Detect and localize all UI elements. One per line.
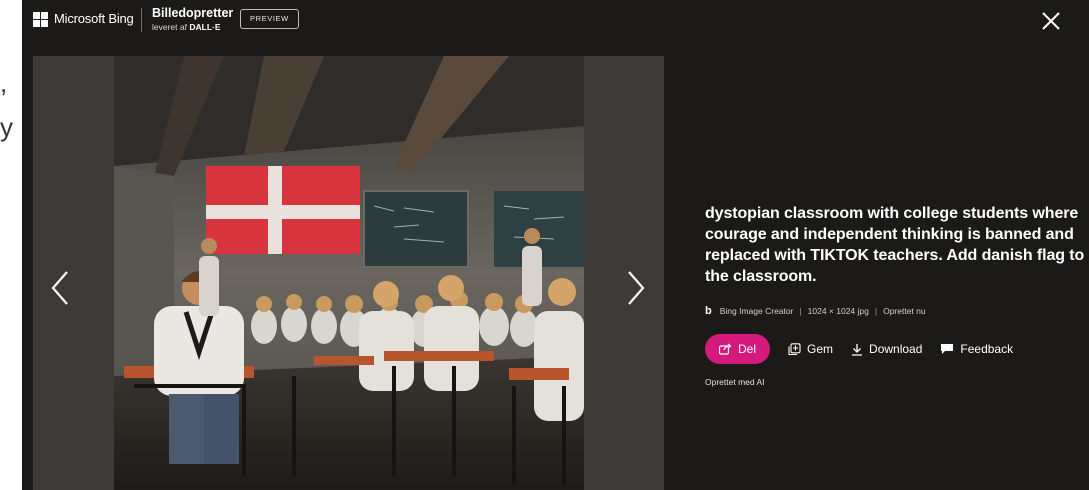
download-icon (852, 343, 863, 356)
share-icon (719, 343, 732, 355)
generated-image[interactable] (114, 56, 584, 490)
save-button[interactable]: Gem (788, 342, 833, 356)
chevron-left-icon (51, 271, 68, 305)
meta-separator: | (874, 306, 878, 316)
classroom-illustration (114, 56, 584, 490)
save-icon (788, 342, 801, 355)
next-image-button[interactable] (623, 268, 647, 308)
prompt-text: dystopian classroom with college student… (705, 203, 1089, 287)
image-source[interactable]: Bing Image Creator (720, 306, 794, 316)
modal-header: Microsoft Bing Billedopretter leveret af… (22, 0, 1089, 40)
background-page: , y (0, 0, 22, 490)
feedback-label: Feedback (960, 342, 1014, 356)
share-button[interactable]: Del (705, 334, 771, 364)
ai-created-note: Oprettet med AI (705, 377, 765, 387)
prompt-line: dystopian classroom with college student… (705, 205, 1079, 222)
close-icon (1042, 12, 1060, 30)
close-button[interactable] (1040, 10, 1062, 32)
feedback-icon (941, 344, 954, 354)
app-subtitle-prefix: leveret af (152, 22, 187, 32)
prompt-line: replaced with TIKTOK teachers. Add danis… (705, 247, 1085, 264)
danish-flag (206, 166, 360, 254)
image-creator-modal: Microsoft Bing Billedopretter leveret af… (22, 0, 1089, 490)
prompt-line: courage and independent thinking is bann… (705, 226, 1074, 243)
meta-separator: | (799, 306, 802, 316)
previous-image-button[interactable] (49, 268, 73, 308)
save-label: Gem (807, 342, 834, 356)
brand-name: Microsoft Bing (54, 11, 134, 26)
background-text-fragment: , (0, 68, 8, 98)
app-subtitle: leveret af DALL·E (152, 22, 221, 32)
prompt-line: the classroom. (705, 268, 817, 285)
microsoft-logo-icon (33, 12, 48, 27)
image-viewer (33, 56, 664, 490)
background-text-fragment: y (0, 112, 13, 142)
feedback-button[interactable]: Feedback (940, 342, 1013, 356)
preview-badge: PREVIEW (240, 9, 299, 29)
image-size: 1024 × 1024 jpg (807, 306, 869, 316)
header-divider (141, 8, 142, 32)
app-title: Billedopretter (152, 6, 234, 20)
chevron-right-icon (628, 271, 645, 305)
bing-icon: b (705, 305, 712, 317)
share-label: Del (738, 342, 757, 356)
image-meta: b Bing Image Creator | 1024 × 1024 jpg |… (705, 305, 1089, 317)
download-button[interactable]: Download (851, 342, 922, 356)
image-details-panel: dystopian classroom with college student… (705, 203, 1089, 387)
app-subtitle-brand: DALL·E (189, 22, 221, 32)
action-bar: Del Gem Download Feedback (705, 334, 1013, 364)
image-created: Oprettet nu (883, 306, 926, 316)
download-label: Download (869, 342, 923, 356)
